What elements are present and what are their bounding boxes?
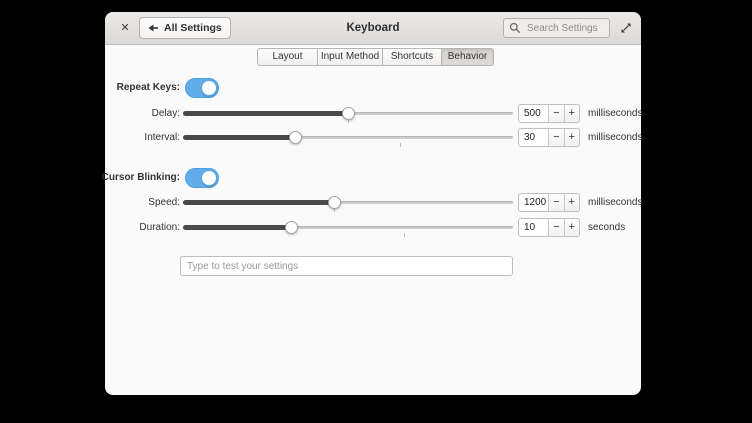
- slider-mark: [400, 143, 401, 147]
- delay-label: Delay:: [100, 108, 180, 119]
- toggle-knob: [201, 80, 217, 96]
- cursor-blinking-toggle[interactable]: [185, 168, 219, 188]
- speed-value[interactable]: 1200: [519, 194, 548, 211]
- duration-decrement-button[interactable]: −: [548, 219, 563, 236]
- speed-label: Speed:: [100, 197, 180, 208]
- repeat-keys-label: Repeat Keys:: [100, 82, 180, 93]
- search-field[interactable]: [503, 18, 610, 38]
- toggle-knob: [201, 170, 217, 186]
- delay-unit: milliseconds: [588, 108, 642, 119]
- maximize-icon[interactable]: [619, 21, 633, 35]
- search-input[interactable]: [525, 22, 605, 35]
- tab-shortcuts[interactable]: Shortcuts: [382, 48, 442, 66]
- speed-increment-button[interactable]: +: [564, 194, 579, 211]
- interval-label: Interval:: [100, 132, 180, 143]
- settings-window: ✕ All Settings Keyboard: [105, 12, 641, 395]
- tab-bar: Layout Input Method Shortcuts Behavior: [257, 48, 494, 66]
- duration-spinbox: 10 − +: [518, 218, 580, 237]
- cursor-blinking-label: Cursor Blinking:: [100, 172, 180, 183]
- back-arrow-icon: [148, 23, 159, 33]
- test-settings-input[interactable]: [180, 256, 513, 276]
- tab-layout[interactable]: Layout: [257, 48, 318, 66]
- speed-spinbox: 1200 − +: [518, 193, 580, 212]
- duration-slider[interactable]: [183, 217, 513, 241]
- interval-value[interactable]: 30: [519, 129, 548, 146]
- duration-increment-button[interactable]: +: [564, 219, 579, 236]
- interval-increment-button[interactable]: +: [564, 129, 579, 146]
- speed-unit: milliseconds: [588, 197, 642, 208]
- speed-slider[interactable]: [183, 192, 513, 216]
- duration-unit: seconds: [588, 222, 625, 233]
- repeat-keys-toggle[interactable]: [185, 78, 219, 98]
- slider-handle[interactable]: [328, 196, 341, 209]
- tab-input-method[interactable]: Input Method: [317, 48, 383, 66]
- slider-handle[interactable]: [285, 221, 298, 234]
- back-button-label: All Settings: [164, 22, 222, 34]
- delay-decrement-button[interactable]: −: [548, 105, 563, 122]
- all-settings-back-button[interactable]: All Settings: [139, 17, 231, 39]
- interval-spinbox: 30 − +: [518, 128, 580, 147]
- interval-unit: milliseconds: [588, 132, 642, 143]
- slider-fill: [183, 111, 348, 116]
- slider-handle[interactable]: [342, 107, 355, 120]
- delay-slider[interactable]: [183, 103, 513, 127]
- speed-decrement-button[interactable]: −: [548, 194, 563, 211]
- close-icon[interactable]: ✕: [117, 20, 133, 36]
- titlebar: ✕ All Settings Keyboard: [105, 12, 641, 45]
- delay-value[interactable]: 500: [519, 105, 548, 122]
- duration-value[interactable]: 10: [519, 219, 548, 236]
- slider-fill: [183, 200, 335, 205]
- slider-handle[interactable]: [289, 131, 302, 144]
- duration-label: Duration:: [100, 222, 180, 233]
- interval-slider[interactable]: [183, 127, 513, 151]
- delay-spinbox: 500 − +: [518, 104, 580, 123]
- tab-behavior[interactable]: Behavior: [441, 48, 494, 66]
- slider-mark: [404, 233, 405, 237]
- search-icon: [509, 22, 521, 34]
- slider-fill: [183, 135, 295, 140]
- interval-decrement-button[interactable]: −: [548, 129, 563, 146]
- delay-increment-button[interactable]: +: [564, 105, 579, 122]
- slider-fill: [183, 225, 292, 230]
